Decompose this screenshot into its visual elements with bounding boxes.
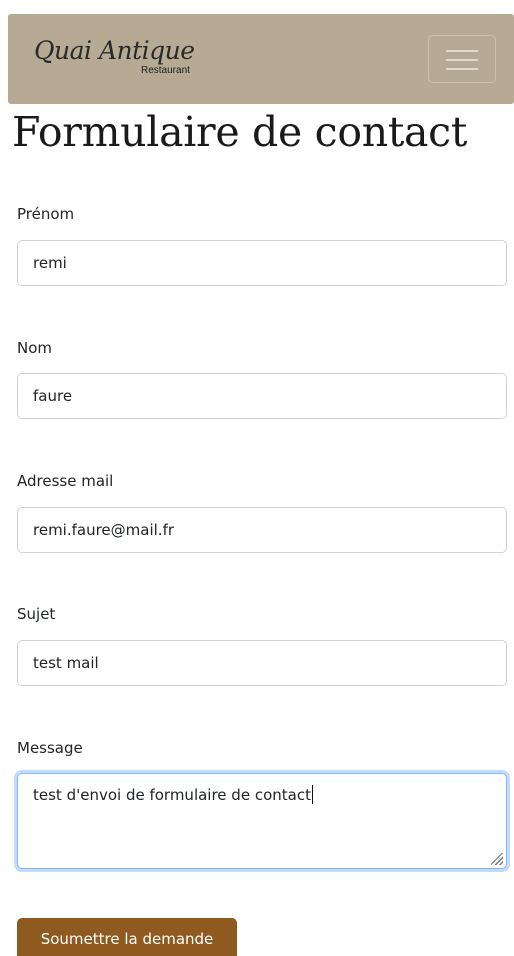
lastname-label: Nom — [17, 339, 53, 357]
brand-subtitle: Restaurant — [141, 65, 190, 76]
navbar-toggle-button[interactable] — [428, 35, 496, 83]
subject-label: Sujet — [17, 605, 56, 623]
message-text: test d'envoi de formulaire de contact — [33, 786, 311, 804]
email-label: Adresse mail — [17, 472, 114, 490]
firstname-label: Prénom — [17, 205, 75, 223]
page-title: Formulaire de contact — [12, 108, 467, 156]
brand-logo[interactable]: Quai Antique Restaurant — [34, 36, 234, 84]
lastname-input[interactable]: faure — [17, 373, 507, 419]
subject-input[interactable]: test mail — [17, 640, 507, 686]
message-label: Message — [17, 739, 83, 757]
message-textarea[interactable]: test d'envoi de formulaire de contact — [17, 773, 507, 869]
submit-button[interactable]: Soumettre la demande — [17, 918, 237, 956]
resize-handle-icon[interactable] — [491, 853, 503, 865]
email-input[interactable]: remi.faure@mail.fr — [17, 507, 507, 553]
brand-name: Quai Antique — [34, 36, 195, 65]
text-caret — [311, 785, 313, 804]
firstname-input[interactable]: remi — [17, 240, 507, 286]
navbar: Quai Antique Restaurant — [8, 14, 514, 104]
